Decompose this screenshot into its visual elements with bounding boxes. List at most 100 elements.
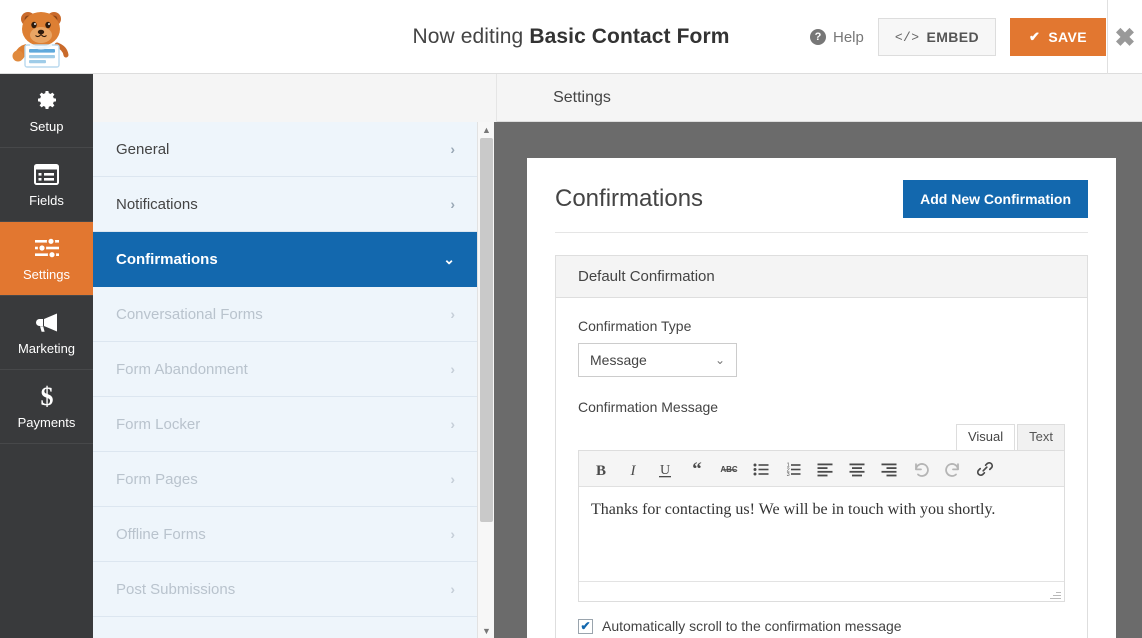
confirmation-type-select[interactable]: Message ⌄ <box>578 343 737 377</box>
sidebar-item-label: Marketing <box>17 341 76 356</box>
embed-button[interactable]: </> EMBED <box>877 18 997 56</box>
save-label: SAVE <box>1048 29 1087 45</box>
form-name: Basic Contact Form <box>529 25 730 48</box>
settings-nav-item-label: Conversational Forms <box>116 305 263 323</box>
card-title: Confirmations <box>555 185 704 212</box>
close-icon[interactable]: ✖ <box>1108 22 1142 54</box>
autoscroll-checkbox-row[interactable]: ✔ Automatically scroll to the confirmati… <box>578 618 1065 634</box>
scroll-down-icon[interactable]: ▼ <box>478 623 495 638</box>
default-confirmation-title: Default Confirmation <box>556 256 1087 298</box>
list-icon <box>34 161 59 187</box>
settings-nav-item-label: Form Pages <box>116 470 198 488</box>
bullet-list-icon[interactable] <box>745 452 777 486</box>
sidebar-item-label: Setup <box>29 119 64 134</box>
settings-nav-item-label: Confirmations <box>116 250 218 268</box>
settings-nav-list: General › Notifications › Confirmations ⌄ Conv… <box>93 122 497 638</box>
primary-sidebar: Setup Fields Settings Marketing $ Paymen… <box>0 74 93 638</box>
megaphone-icon <box>34 309 60 335</box>
confirmations-card: Confirmations Add New Confirmation Defau… <box>527 158 1116 638</box>
sliders-icon <box>34 235 60 261</box>
sidebar-item-label: Settings <box>23 267 70 282</box>
settings-list-scrollbar[interactable]: ▲ ▼ <box>477 122 494 638</box>
resize-handle-icon[interactable] <box>1050 588 1061 599</box>
svg-text:“: “ <box>692 460 702 478</box>
scrollbar-thumb[interactable] <box>480 138 493 522</box>
top-actions: ? Help </> EMBED ✔ SAVE <box>809 0 1106 74</box>
help-label: Help <box>832 28 864 46</box>
blockquote-icon[interactable]: “ <box>681 452 713 486</box>
editor-content[interactable]: Thanks for contacting us! We will be in … <box>579 487 1064 581</box>
panel-header-bar: Settings <box>93 74 1142 122</box>
editor-footer <box>579 581 1064 601</box>
redo-icon[interactable] <box>937 452 969 486</box>
save-button[interactable]: ✔ SAVE <box>1010 18 1106 56</box>
editor-toolbar: B I U “ ABC 1 2 3 <box>579 451 1064 487</box>
sidebar-item-marketing[interactable]: Marketing <box>0 296 93 370</box>
help-button[interactable]: ? Help <box>809 28 864 46</box>
confirmation-message-label: Confirmation Message <box>578 399 719 415</box>
add-new-confirmation-button[interactable]: Add New Confirmation <box>903 180 1088 218</box>
underline-icon[interactable]: U <box>649 452 681 486</box>
chevron-right-icon: › <box>450 306 455 322</box>
wpforms-bear-logo <box>8 3 78 71</box>
settings-nav-item-post-submissions[interactable]: Post Submissions › <box>93 562 477 617</box>
numbered-list-icon[interactable]: 123 <box>777 452 809 486</box>
embed-label: EMBED <box>926 29 980 45</box>
default-confirmation-box: Default Confirmation Confirmation Type M… <box>555 255 1088 638</box>
undo-icon[interactable] <box>905 452 937 486</box>
chevron-right-icon: › <box>450 196 455 212</box>
confirmation-type-value: Message <box>590 352 647 368</box>
scroll-up-icon[interactable]: ▲ <box>478 122 495 137</box>
settings-nav-item-form-locker[interactable]: Form Locker › <box>93 397 477 452</box>
align-center-icon[interactable] <box>841 452 873 486</box>
link-icon[interactable] <box>969 452 1001 486</box>
sidebar-item-settings[interactable]: Settings <box>0 222 93 296</box>
settings-nav-item-conversational-forms[interactable]: Conversational Forms › <box>93 287 477 342</box>
page-title: Settings <box>553 88 611 106</box>
editor-tab-text[interactable]: Text <box>1017 424 1065 450</box>
settings-nav-item-form-pages[interactable]: Form Pages › <box>93 452 477 507</box>
editor-tabs: Visual Text <box>578 424 1065 450</box>
chevron-right-icon: › <box>450 526 455 542</box>
settings-nav-item-label: General <box>116 140 170 158</box>
settings-nav-item-label: Form Abandonment <box>116 360 248 378</box>
confirmation-type-label: Confirmation Type <box>578 318 692 334</box>
align-right-icon[interactable] <box>873 452 905 486</box>
settings-nav-item-label: Form Locker <box>116 415 201 433</box>
code-icon: </> <box>894 29 920 45</box>
sidebar-item-setup[interactable]: Setup <box>0 74 93 148</box>
divider <box>555 232 1088 233</box>
chevron-right-icon: › <box>450 141 455 157</box>
chevron-right-icon: › <box>450 416 455 432</box>
top-bar: Now editing Basic Contact Form ? Help </… <box>0 0 1142 74</box>
autoscroll-label: Automatically scroll to the confirmation… <box>602 618 902 634</box>
main-content-area: Confirmations Add New Confirmation Defau… <box>494 122 1142 638</box>
settings-nav-item-confirmations[interactable]: Confirmations ⌄ <box>93 232 477 287</box>
sidebar-item-label: Fields <box>29 193 64 208</box>
sidebar-item-payments[interactable]: $ Payments <box>0 370 93 444</box>
default-confirmation-body: Confirmation Type Message ⌄ Confirmation… <box>556 298 1087 638</box>
italic-icon[interactable]: I <box>617 452 649 486</box>
svg-text:3: 3 <box>787 472 790 478</box>
settings-nav-item-label: Notifications <box>116 195 198 213</box>
svg-text:U: U <box>660 463 670 478</box>
dollar-icon: $ <box>37 383 57 409</box>
settings-nav-item-notifications[interactable]: Notifications › <box>93 177 477 232</box>
help-icon: ? <box>809 29 826 45</box>
svg-text:I: I <box>630 463 637 478</box>
settings-nav-item-offline-forms[interactable]: Offline Forms › <box>93 507 477 562</box>
align-left-icon[interactable] <box>809 452 841 486</box>
settings-nav-item-general[interactable]: General › <box>93 122 477 177</box>
editor-tab-visual[interactable]: Visual <box>955 424 1016 450</box>
sidebar-item-label: Payments <box>17 415 76 430</box>
rich-text-editor: B I U “ ABC 1 2 3 Thanks for contacting us! We … <box>578 450 1065 602</box>
autoscroll-checkbox[interactable]: ✔ <box>578 618 593 634</box>
settings-nav-item-label: Offline Forms <box>116 525 206 543</box>
bold-icon[interactable]: B <box>585 452 617 486</box>
check-icon: ✔ <box>1029 29 1041 44</box>
chevron-right-icon: › <box>450 581 455 597</box>
settings-nav-item-form-abandonment[interactable]: Form Abandonment › <box>93 342 477 397</box>
strikethrough-icon[interactable]: ABC <box>713 452 745 486</box>
sidebar-item-fields[interactable]: Fields <box>0 148 93 222</box>
settings-nav-item-label: Post Submissions <box>116 580 236 598</box>
